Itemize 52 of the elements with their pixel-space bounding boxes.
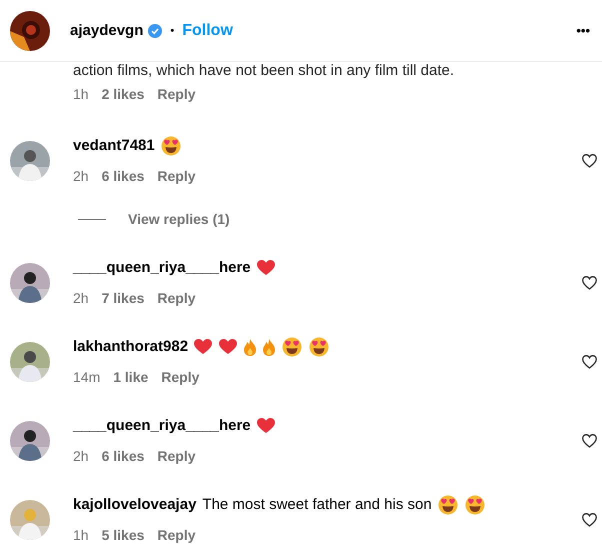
likes-count[interactable]: 6 likes: [102, 446, 144, 466]
heart-emoji-icon: [194, 339, 212, 355]
comment-username[interactable]: ____queen_riya____here: [73, 258, 251, 278]
reply-button[interactable]: Reply: [157, 166, 196, 186]
heart-emoji-icon: [219, 339, 238, 355]
like-heart-icon[interactable]: [582, 276, 597, 290]
avatar: [10, 263, 50, 303]
like-heart-icon[interactable]: [582, 513, 597, 527]
heart-eyes-emoji-icon: [464, 495, 485, 515]
username[interactable]: ajaydevgn: [70, 22, 144, 39]
reply-button[interactable]: Reply: [157, 84, 196, 104]
heart-eyes-emoji-icon: [282, 337, 302, 357]
likes-count[interactable]: 2 likes: [102, 84, 144, 104]
likes-count[interactable]: 1 like: [113, 367, 148, 387]
comment-text: action films, which have not been shot in any film till date.: [73, 62, 456, 79]
follow-button[interactable]: Follow: [182, 22, 233, 40]
fire-emoji-icon: [244, 338, 256, 356]
likes-count[interactable]: 6 likes: [102, 166, 144, 186]
reply-button[interactable]: Reply: [157, 446, 196, 466]
fire-emoji-icon: [263, 338, 276, 356]
avatar: [10, 421, 50, 461]
like-heart-icon[interactable]: [582, 434, 597, 448]
reply-button[interactable]: Reply: [161, 367, 200, 387]
comment-time: 2h: [73, 167, 89, 186]
comment-username[interactable]: vedant7481: [73, 136, 155, 156]
more-options-button[interactable]: •••: [574, 23, 592, 38]
comment-time: 14m: [73, 368, 100, 387]
view-replies-button[interactable]: View replies (1): [128, 209, 230, 229]
like-heart-icon[interactable]: [582, 154, 597, 168]
profile-avatar[interactable]: [10, 10, 50, 50]
heart-eyes-emoji-icon: [160, 136, 181, 156]
comment-time: 2h: [73, 289, 89, 308]
avatar: [10, 500, 50, 540]
heart-emoji-icon: [256, 418, 275, 434]
heart-eyes-emoji-icon: [309, 337, 330, 357]
comment-time: 2h: [73, 447, 89, 466]
heart-eyes-emoji-icon: [438, 495, 458, 515]
likes-count[interactable]: 5 likes: [102, 525, 144, 545]
comment-username[interactable]: kajolloveloveajay: [73, 495, 196, 515]
comment-username[interactable]: lakhanthorat982: [73, 337, 188, 357]
like-heart-icon[interactable]: [582, 355, 597, 369]
avatar: [10, 141, 50, 181]
avatar: [10, 342, 50, 382]
comment-username[interactable]: ____queen_riya____here: [73, 416, 251, 436]
comment-time: 1h: [73, 526, 89, 545]
comment-text: The most sweet father and his son: [202, 495, 432, 515]
reply-button[interactable]: Reply: [157, 525, 196, 545]
heart-emoji-icon: [256, 260, 275, 276]
separator-dot: •: [170, 24, 174, 36]
comment-time: 1h: [73, 85, 89, 104]
likes-count[interactable]: 7 likes: [102, 288, 144, 308]
reply-button[interactable]: Reply: [157, 288, 196, 308]
